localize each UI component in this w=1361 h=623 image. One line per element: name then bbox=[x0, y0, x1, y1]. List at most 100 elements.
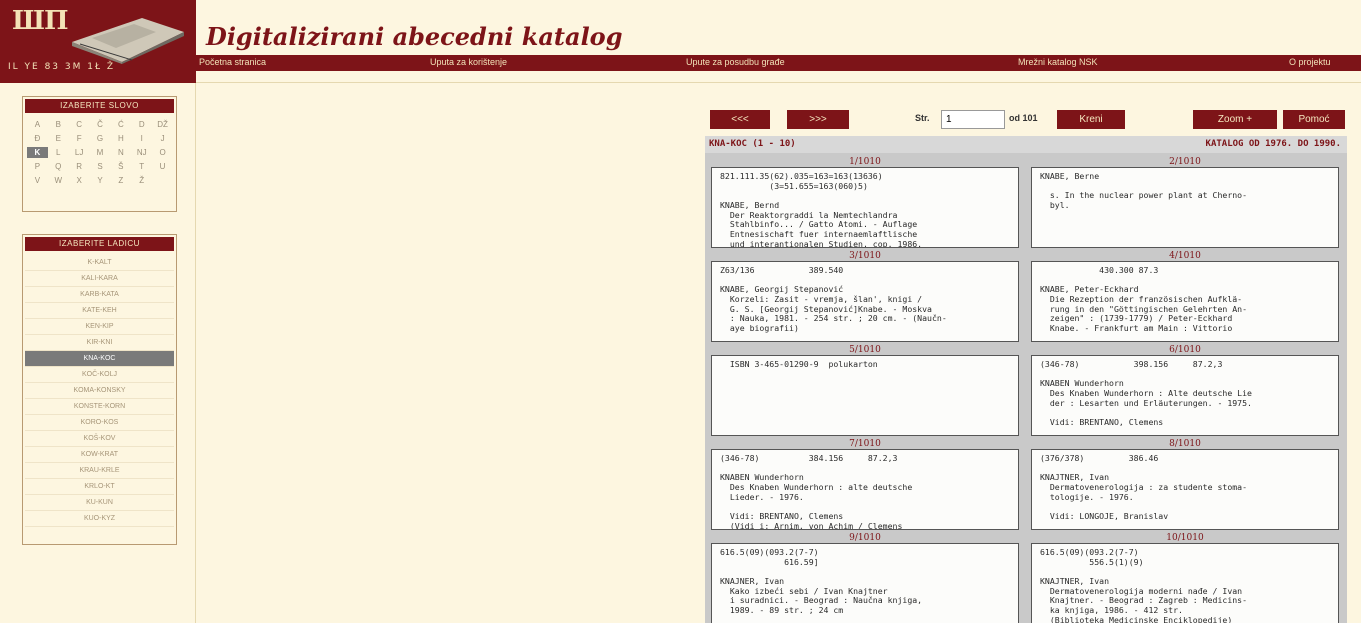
card-text: ISBN 3-465-01290-9 polukarton bbox=[720, 359, 878, 369]
page-label: Str. bbox=[915, 113, 930, 123]
letter-17[interactable]: M bbox=[90, 147, 111, 158]
card-image: 616.5(09)(093.2(7-7) 556.5(1)(9) KNAJTNE… bbox=[1031, 543, 1339, 623]
drawer-item[interactable]: KRLO-KT bbox=[25, 479, 174, 495]
letter-33[interactable]: Ž bbox=[131, 175, 152, 186]
letter-6[interactable]: DŽ bbox=[152, 119, 173, 130]
drawer-item[interactable]: KOMA-KONSKY bbox=[25, 383, 174, 399]
letter-28[interactable]: V bbox=[27, 175, 48, 186]
catalog-viewer: <<< >>> Str. od 101 Kreni Zoom + Pomoć K… bbox=[705, 105, 1347, 623]
catalog-card[interactable]: 10/1010 616.5(09)(093.2(7-7) 556.5(1)(9) … bbox=[1027, 531, 1343, 623]
letter-25[interactable]: Š bbox=[110, 161, 131, 172]
drawer-item[interactable]: KIR-KNI bbox=[25, 335, 174, 351]
drawer-item[interactable]: KALI-KARA bbox=[25, 271, 174, 287]
catalog-card[interactable]: 3/1010 Z63/136 389.540 KNABE, Georgij Ste… bbox=[707, 249, 1023, 343]
nav-nsk-catalog[interactable]: Mrežni katalog NSK bbox=[1018, 57, 1098, 67]
card-number: 1/1010 bbox=[849, 157, 881, 167]
next-page-button[interactable]: >>> bbox=[787, 110, 849, 129]
letter-27[interactable]: U bbox=[152, 161, 173, 172]
sidebar: IZABERITE SLOVO A B C Č Ć D DŽ Đ E F G H I J K L LJ M N NJ O… bbox=[0, 83, 196, 623]
letter-31[interactable]: Y bbox=[90, 175, 111, 186]
letter-32[interactable]: Z bbox=[110, 175, 131, 186]
letter-21[interactable]: P bbox=[27, 161, 48, 172]
card-text: (346-78) 384.156 87.2,3 KNABEN Wunderhor… bbox=[720, 453, 913, 530]
drawer-item[interactable]: K-KALT bbox=[25, 255, 174, 271]
nav-home[interactable]: Početna stranica bbox=[199, 57, 266, 67]
letter-selector-panel: IZABERITE SLOVO A B C Č Ć D DŽ Đ E F G H I J K L LJ M N NJ O… bbox=[22, 96, 177, 212]
catalog-card[interactable]: 6/1010 (346-78) 398.156 87.2,3 KNABEN Wun… bbox=[1027, 343, 1343, 437]
drawer-item[interactable]: KOW-KRAT bbox=[25, 447, 174, 463]
drawer-item[interactable]: KU-KUN bbox=[25, 495, 174, 511]
letter-1[interactable]: B bbox=[48, 119, 69, 130]
card-text: KNABE, Berne s. In the nuclear power pla… bbox=[1040, 171, 1248, 211]
letter-11[interactable]: H bbox=[110, 133, 131, 144]
letter-16[interactable]: LJ bbox=[69, 147, 90, 158]
catalog-card[interactable]: 4/1010 430.300 87.3 KNABE, Peter-Eckhard… bbox=[1027, 249, 1343, 343]
letter-22[interactable]: Q bbox=[48, 161, 69, 172]
catalog-card[interactable]: 9/1010 616.5(09)(093.2(7-7) 616.59] KNAJN… bbox=[707, 531, 1023, 623]
letter-23[interactable]: R bbox=[69, 161, 90, 172]
catalog-card[interactable]: 5/1010 ISBN 3-465-01290-9 polukarton bbox=[707, 343, 1023, 437]
go-button[interactable]: Kreni bbox=[1057, 110, 1125, 129]
card-image: (346-78) 398.156 87.2,3 KNABEN Wunderhor… bbox=[1031, 355, 1339, 436]
letter-15[interactable]: L bbox=[48, 147, 69, 158]
nav-sub-bar bbox=[196, 71, 1361, 83]
logo-glyph: ШΠ bbox=[12, 6, 69, 36]
letter-9[interactable]: F bbox=[69, 133, 90, 144]
letter-10[interactable]: G bbox=[90, 133, 111, 144]
card-number: 10/1010 bbox=[1166, 533, 1204, 543]
letter-0[interactable]: A bbox=[27, 119, 48, 130]
drawer-item[interactable]: KORO-KOS bbox=[25, 415, 174, 431]
letter-7[interactable]: Đ bbox=[27, 133, 48, 144]
letter-2[interactable]: C bbox=[69, 119, 90, 130]
page-number-input[interactable] bbox=[941, 110, 1005, 129]
letter-19[interactable]: NJ bbox=[131, 147, 152, 158]
card-number: 2/1010 bbox=[1169, 157, 1201, 167]
drawer-item[interactable]: KATE-KEH bbox=[25, 303, 174, 319]
letter-18[interactable]: N bbox=[110, 147, 131, 158]
catalog-period-label: KATALOG OD 1976. DO 1990. bbox=[1205, 139, 1341, 149]
letter-8[interactable]: E bbox=[48, 133, 69, 144]
letter-24[interactable]: S bbox=[90, 161, 111, 172]
drawer-item[interactable]: KARB-KATA bbox=[25, 287, 174, 303]
nav-usage-guide[interactable]: Uputa za korištenje bbox=[430, 57, 507, 67]
card-image: Z63/136 389.540 KNABE, Georgij Stepanovi… bbox=[711, 261, 1019, 342]
logo-letter-strip: IL YE 83 3M 1Ł Ž bbox=[8, 62, 116, 72]
drawer-item[interactable]: KOŠ-KOV bbox=[25, 431, 174, 447]
library-building-image bbox=[72, 18, 184, 64]
drawer-item[interactable]: KUO-KYZ bbox=[25, 511, 174, 527]
drawer-selector-panel: IZABERITE LADICU K-KALT KALI-KARA KARB-KAT… bbox=[22, 234, 177, 545]
letter-30[interactable]: X bbox=[69, 175, 90, 186]
letter-4[interactable]: Ć bbox=[110, 119, 131, 130]
site-title: Digitalizirani abecedni katalog bbox=[206, 22, 623, 51]
drawer-item[interactable]: KNA-KOC bbox=[25, 351, 174, 367]
card-image: 616.5(09)(093.2(7-7) 616.59] KNAJNER, Iv… bbox=[711, 543, 1019, 623]
catalog-card[interactable]: 1/1010 821.111.35(62).035=163=163(13636) … bbox=[707, 155, 1023, 249]
letter-5[interactable]: D bbox=[131, 119, 152, 130]
catalog-card[interactable]: 7/1010 (346-78) 384.156 87.2,3 KNABEN Wun… bbox=[707, 437, 1023, 531]
nsk-logo[interactable]: ШΠ IL YE 83 3M 1Ł Ž bbox=[0, 0, 196, 83]
letter-12[interactable]: I bbox=[131, 133, 152, 144]
drawer-range-label: KNA-KOC (1 - 10) bbox=[709, 139, 796, 149]
card-text: (376/378) 386.46 KNAJTNER, Ivan Dermatov… bbox=[1040, 453, 1248, 522]
letter-20[interactable]: O bbox=[152, 147, 173, 158]
drawer-item[interactable]: KOČ-KOLJ bbox=[25, 367, 174, 383]
letter-26[interactable]: T bbox=[131, 161, 152, 172]
drawer-item[interactable]: KEN-KIP bbox=[25, 319, 174, 335]
card-number: 8/1010 bbox=[1169, 439, 1201, 449]
card-number: 6/1010 bbox=[1169, 345, 1201, 355]
nav-about-project[interactable]: O projektu bbox=[1289, 57, 1331, 67]
letter-13[interactable]: J bbox=[152, 133, 173, 144]
zoom-in-button[interactable]: Zoom + bbox=[1193, 110, 1277, 129]
catalog-card[interactable]: 8/1010 (376/378) 386.46 KNAJTNER, Ivan De… bbox=[1027, 437, 1343, 531]
drawer-item[interactable]: KONSTE-KORN bbox=[25, 399, 174, 415]
drawer-list: K-KALT KALI-KARA KARB-KATA KATE-KEH KEN-KIP K… bbox=[25, 255, 174, 527]
nav-lending-rules[interactable]: Upute za posudbu građe bbox=[686, 57, 785, 67]
letter-3[interactable]: Č bbox=[90, 119, 111, 130]
letter-14[interactable]: K bbox=[27, 147, 48, 158]
help-button[interactable]: Pomoć bbox=[1283, 110, 1345, 129]
drawer-item[interactable]: KRAU-KRLE bbox=[25, 463, 174, 479]
card-image: 430.300 87.3 KNABE, Peter-Eckhard Die Re… bbox=[1031, 261, 1339, 342]
letter-29[interactable]: W bbox=[48, 175, 69, 186]
prev-page-button[interactable]: <<< bbox=[710, 110, 770, 129]
catalog-card[interactable]: 2/1010 KNABE, Berne s. In the nuclear pow… bbox=[1027, 155, 1343, 249]
